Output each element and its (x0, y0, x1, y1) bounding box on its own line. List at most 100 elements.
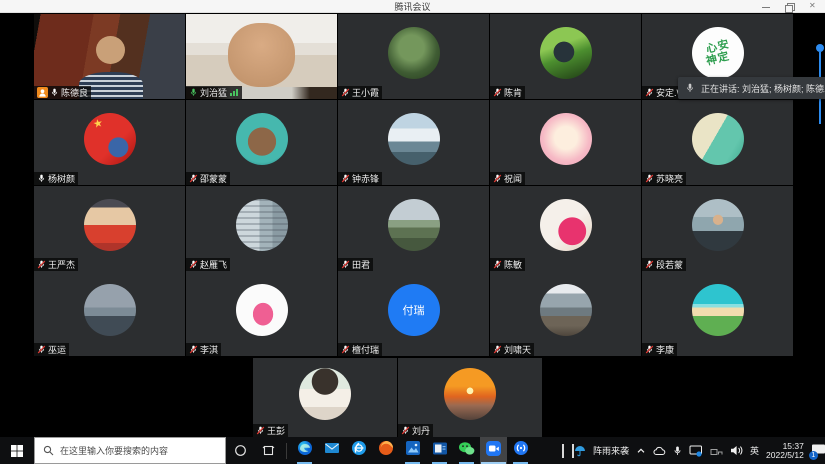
mic-muted-icon (256, 425, 265, 436)
signal-bars-icon (229, 88, 239, 97)
taskbar-search-input[interactable]: 在这里输入你要搜索的内容 (34, 437, 226, 464)
participant-tile[interactable]: 段若蒙 (642, 186, 793, 271)
participant-name-tag: 李淇 (186, 343, 221, 356)
taskbar-app-ie[interactable] (345, 437, 372, 464)
action-center-button[interactable]: 1 (811, 443, 825, 459)
participant-tile[interactable]: 李康 (642, 271, 793, 356)
participant-tile[interactable]: 巫运 (34, 271, 185, 356)
volume-slider-handle[interactable] (816, 44, 824, 52)
taskbar-clock[interactable]: 15:37 2022/5/12 (766, 442, 804, 460)
mic-muted-icon (189, 259, 198, 270)
speaker-icon[interactable] (730, 445, 743, 456)
participant-name-tag: 段若蒙 (642, 258, 686, 271)
participant-name: 祝闻 (504, 172, 522, 185)
cortana-button[interactable] (226, 437, 254, 464)
participant-tile[interactable]: 刘丹 (398, 358, 542, 437)
participant-tile[interactable]: ★ 杨树颜 (34, 100, 185, 185)
hidden-icons-chevron-icon[interactable] (636, 446, 646, 456)
wechat-icon (458, 441, 475, 461)
avatar (388, 113, 440, 165)
participant-tile[interactable]: 苏晓亮 (642, 100, 793, 185)
avatar (692, 113, 744, 165)
mic-muted-icon (341, 173, 350, 184)
taskbar-app-office-blue[interactable] (426, 437, 453, 464)
browser-orange-icon (378, 440, 394, 461)
participant-tile[interactable]: 田君 (338, 186, 489, 271)
taskbar-app-blue-circle-app[interactable] (507, 437, 534, 464)
participant-name: 王彭 (267, 424, 285, 437)
taskbar-app-edge[interactable] (291, 437, 318, 464)
mic-muted-icon (189, 173, 198, 184)
mic-muted-icon (37, 259, 46, 270)
mic-muted-icon (645, 173, 654, 184)
window-title: 腾讯会议 (394, 0, 430, 13)
participant-name-tag: 陈肯 (490, 86, 525, 99)
minimize-icon[interactable] (761, 2, 771, 12)
ime-indicator[interactable]: 英 (750, 444, 759, 457)
network-icon[interactable] (710, 445, 723, 456)
taskbar-app-mail[interactable] (318, 437, 345, 464)
mic-muted-icon (493, 259, 502, 270)
office-blue-icon (432, 441, 448, 461)
mic-muted-icon (37, 344, 46, 355)
speaking-tooltip-text: 正在讲话: 刘治猛; 杨树颜; 陈德... (701, 82, 825, 95)
mic-muted-icon (645, 344, 654, 355)
taskbar-app-photos[interactable] (399, 437, 426, 464)
taskbar-apps (291, 437, 534, 464)
taskbar-app-tencent-meeting[interactable] (480, 437, 507, 464)
taskbar-app-browser-orange[interactable] (372, 437, 399, 464)
mic-muted-icon (493, 173, 502, 184)
cortana-icon (234, 444, 247, 457)
participant-name-tag: 杨树颜 (34, 172, 78, 185)
participant-name: 段若蒙 (656, 258, 683, 271)
taskbar-app-wechat[interactable] (453, 437, 480, 464)
participant-tile[interactable]: 钟赤锋 (338, 100, 489, 185)
onedrive-cloud-icon[interactable] (653, 446, 666, 456)
participant-name-tag: 王小霞 (338, 86, 382, 99)
task-view-icon (262, 444, 275, 457)
participant-tile[interactable]: 王小霞 (338, 14, 489, 99)
avatar (388, 27, 440, 79)
avatar (540, 113, 592, 165)
participant-name-tag: 田君 (338, 258, 373, 271)
participant-name: 杨树颜 (48, 172, 75, 185)
speaking-tooltip: 正在讲话: 刘治猛; 杨树颜; 陈德... (678, 77, 825, 99)
participant-name: 李淇 (200, 343, 218, 356)
participant-tile[interactable]: 陈德良 (34, 14, 185, 99)
close-icon[interactable] (809, 2, 819, 12)
participant-tile[interactable]: 王严杰 (34, 186, 185, 271)
participant-tile[interactable]: 赵雁飞 (186, 186, 337, 271)
avatar (299, 368, 351, 420)
participant-tile[interactable]: 王彭 (253, 358, 397, 437)
mic-muted-icon (189, 344, 198, 355)
participant-name: 刘丹 (412, 424, 430, 437)
display-cast-icon[interactable] (689, 445, 703, 457)
window-titlebar: 腾讯会议 (0, 0, 825, 13)
flag-star-icon: ★ (91, 116, 103, 131)
participant-tile[interactable]: 刘治猛 (186, 14, 337, 99)
participant-tile[interactable]: 陈敏 (490, 186, 641, 271)
participant-tile[interactable]: 李淇 (186, 271, 337, 356)
maximize-icon[interactable] (785, 2, 795, 12)
start-button[interactable] (0, 437, 34, 464)
taskbar: 在这里输入你要搜索的内容 阵雨来袭 英 15:37 2022/5/12 (0, 437, 825, 464)
participant-name-tag: 钟赤锋 (338, 172, 382, 185)
avatar: 心安神定 (692, 27, 744, 79)
edge-icon (297, 440, 313, 461)
participant-tile[interactable]: 祝闻 (490, 100, 641, 185)
participant-name-tag: 陈德良 (34, 86, 91, 99)
screen: 腾讯会议 陈德良刘治猛王小霞陈肯心安神定安定.W ★杨树颜邵蒙蒙钟赤锋祝闻苏晓亮… (0, 0, 825, 464)
participant-name-tag: 祝闻 (490, 172, 525, 185)
tray-mic-icon[interactable] (673, 445, 682, 457)
search-placeholder: 在这里输入你要搜索的内容 (60, 444, 168, 457)
participant-tile[interactable]: 付瑞檀付瑞 (338, 271, 489, 356)
weather-text[interactable]: 阵雨来袭 (593, 444, 629, 457)
participant-tile[interactable]: 刘啸天 (490, 271, 641, 356)
mic-on-icon (50, 87, 59, 98)
participant-name: 陈德良 (61, 86, 88, 99)
task-view-button[interactable] (254, 437, 282, 464)
ie-icon (351, 440, 367, 461)
participant-tile[interactable]: 陈肯 (490, 14, 641, 99)
participant-name: 王严杰 (48, 258, 75, 271)
participant-tile[interactable]: 邵蒙蒙 (186, 100, 337, 185)
